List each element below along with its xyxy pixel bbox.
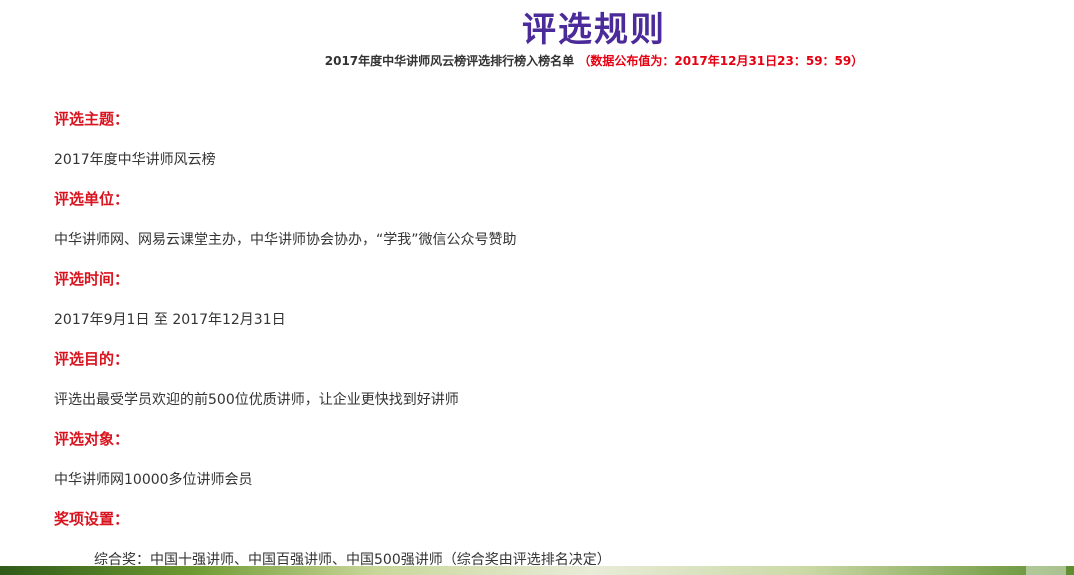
bottom-corner-overlay	[1026, 566, 1066, 575]
section-theme-text: 2017年度中华讲师风云榜	[54, 152, 216, 168]
section-time-text: 2017年9月1日 至 2017年12月31日	[54, 312, 286, 328]
section-theme-label: 评选主题：	[54, 110, 130, 128]
section-organizer-label: 评选单位：	[54, 190, 130, 208]
subtitle-main: 2017年度中华讲师风云榜评选排行榜入榜名单	[324, 54, 575, 68]
section-theme-label-row: 评选主题：	[54, 108, 1034, 148]
bottom-background-strip	[0, 566, 1074, 575]
section-organizer-label-row: 评选单位：	[54, 188, 1034, 228]
section-purpose-text-row: 评选出最受学员欢迎的前500位优质讲师，让企业更快找到好讲师	[54, 388, 1034, 428]
section-organizer-text-row: 中华讲师网、网易云课堂主办，中华讲师协会协办，“学我”微信公众号赞助	[54, 228, 1034, 268]
section-organizer-text: 中华讲师网、网易云课堂主办，中华讲师协会协办，“学我”微信公众号赞助	[54, 232, 517, 248]
section-purpose-label: 评选目的：	[54, 350, 130, 368]
subtitle-notice: （数据公布值为：2017年12月31日23：59：59）	[578, 54, 864, 68]
section-time-label-row: 评选时间：	[54, 268, 1034, 308]
section-awards-label-row: 奖项设置：	[54, 508, 1034, 548]
section-theme-text-row: 2017年度中华讲师风云榜	[54, 148, 1034, 188]
section-purpose-text: 评选出最受学员欢迎的前500位优质讲师，让企业更快找到好讲师	[54, 392, 459, 408]
section-target-label-row: 评选对象：	[54, 428, 1034, 468]
section-purpose-label-row: 评选目的：	[54, 348, 1034, 388]
section-time-text-row: 2017年9月1日 至 2017年12月31日	[54, 308, 1034, 348]
section-target-text: 中华讲师网10000多位讲师会员	[54, 472, 253, 488]
rules-content: 评选主题： 2017年度中华讲师风云榜 评选单位： 中华讲师网、网易云课堂主办，…	[54, 108, 1034, 575]
section-awards-label: 奖项设置：	[54, 510, 130, 528]
section-target-label: 评选对象：	[54, 430, 130, 448]
page-title: 评选规则	[522, 10, 666, 50]
page: 评选规则 2017年度中华讲师风云榜评选排行榜入榜名单 （数据公布值为：2017…	[0, 0, 1074, 575]
section-time-label: 评选时间：	[54, 270, 130, 288]
page-subtitle: 2017年度中华讲师风云榜评选排行榜入榜名单 （数据公布值为：2017年12月3…	[0, 52, 1074, 69]
section-target-text-row: 中华讲师网10000多位讲师会员	[54, 468, 1034, 508]
